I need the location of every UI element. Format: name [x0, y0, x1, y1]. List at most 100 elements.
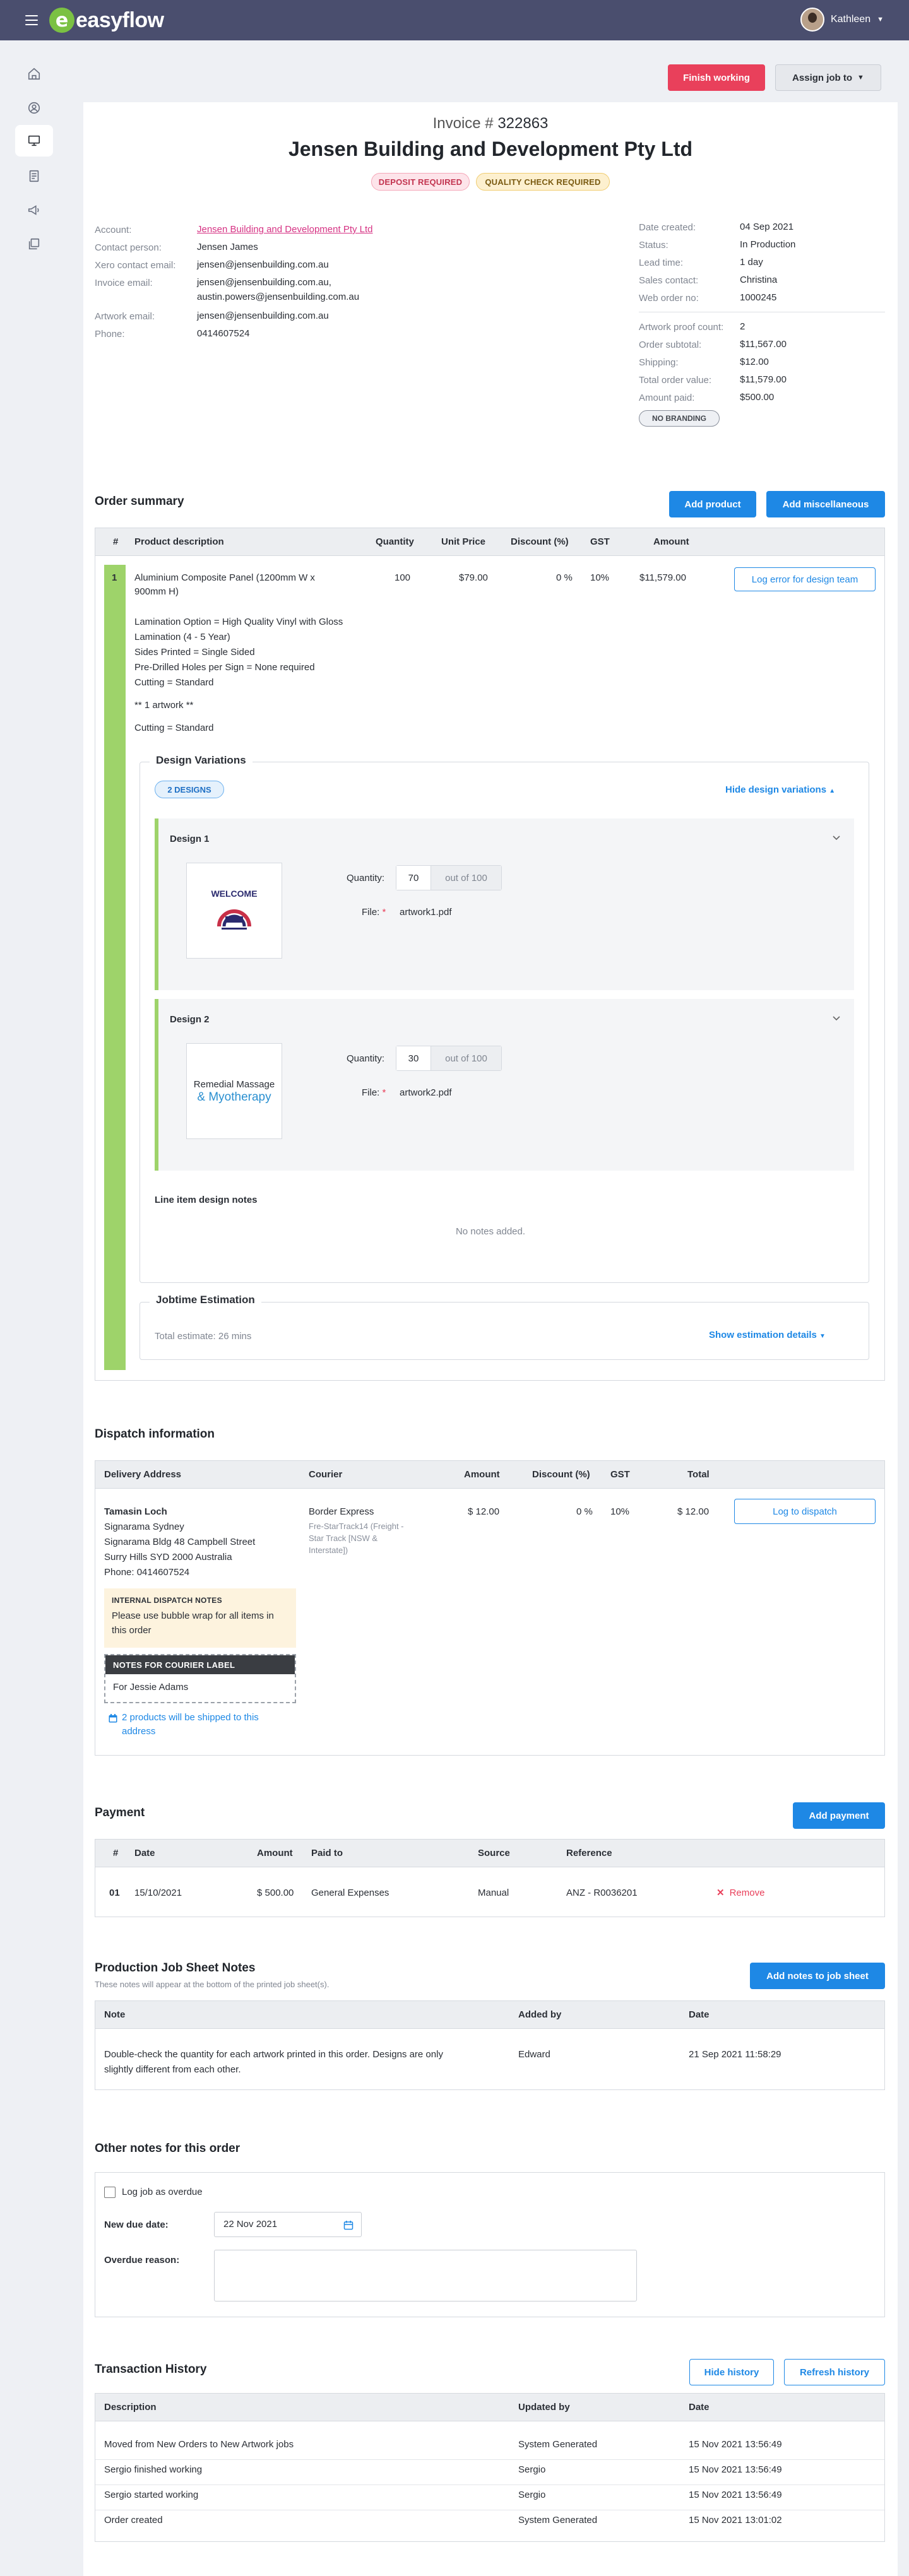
due-date-value: 22 Nov 2021: [223, 2219, 278, 2230]
history-row-1-date: 15 Nov 2021 13:56:49: [689, 2439, 782, 2450]
show-estimation-label: Show estimation details: [709, 1330, 817, 1340]
logo[interactable]: e easyflow: [49, 8, 164, 33]
design-1-file-label-text: File:: [362, 907, 380, 918]
sidebar-item-layers[interactable]: [15, 228, 53, 260]
shipping-value: $12.00: [740, 357, 769, 367]
web-order-value: 1000245: [740, 292, 777, 303]
add-product-button[interactable]: Add product: [669, 491, 756, 517]
courier-notes-text: For Jessie Adams: [113, 1682, 189, 1693]
user-menu[interactable]: Kathleen ▼: [800, 8, 884, 32]
assign-job-button[interactable]: Assign job to ▼: [775, 64, 881, 91]
sales-contact-label: Sales contact:: [639, 275, 699, 286]
production-note-text: Double-check the quantity for each artwo…: [104, 2049, 443, 2060]
phone-value: 0414607524: [197, 328, 250, 339]
hide-design-variations-label: Hide design variations: [725, 784, 827, 795]
line-quantity: 100: [395, 572, 411, 583]
line-discount: 0 %: [556, 572, 573, 583]
required-marker: *: [382, 1087, 386, 1098]
due-date-label: New due date:: [104, 2219, 169, 2230]
design-2-file[interactable]: artwork2.pdf: [400, 1086, 452, 1100]
calendar-icon: [109, 1714, 117, 1723]
user-icon: [28, 102, 40, 114]
transaction-history-table: Description Updated by Date Moved from N…: [95, 2393, 885, 2542]
subtotal-label: Order subtotal:: [639, 340, 702, 350]
sidebar-item-contacts[interactable]: [15, 92, 53, 124]
date-created-label: Date created:: [639, 222, 696, 233]
hide-history-button[interactable]: Hide history: [689, 2359, 774, 2385]
chevron-down-icon[interactable]: [831, 1013, 841, 1023]
subtotal-value: $11,567.00: [740, 339, 787, 350]
status-label: Status:: [639, 240, 668, 251]
design-2-qty-label: Quantity:: [347, 1053, 385, 1064]
sidebar-item-jobs[interactable]: [15, 125, 53, 157]
internal-notes-text: Please use bubble wrap for all items in …: [112, 1610, 274, 1636]
sidebar-item-home[interactable]: [15, 58, 53, 90]
col-payment-number: #: [113, 1848, 119, 1858]
production-notes-subtitle: These notes will appear at the bottom of…: [95, 1980, 330, 1989]
history-row-3-by: Sergio: [518, 2490, 546, 2500]
account-link[interactable]: Jensen Building and Development Pty Ltd: [197, 222, 373, 237]
calendar-icon[interactable]: [343, 2220, 354, 2230]
close-icon: ✕: [716, 1888, 725, 1898]
history-row-4-date: 15 Nov 2021 13:01:02: [689, 2515, 782, 2526]
invoice-email-value: jensen@jensenbuilding.com.au,: [197, 277, 331, 288]
history-row-2-by: Sergio: [518, 2464, 546, 2475]
design-2-out-of: out of 100: [431, 1046, 501, 1070]
courier-notes-title: NOTES FOR COURIER LABEL: [105, 1655, 295, 1674]
option-cutting: Cutting = Standard: [134, 677, 214, 688]
design-2-file-label-text: File:: [362, 1087, 380, 1098]
line-item-marker: [104, 565, 126, 1370]
caret-down-icon: ▼: [857, 74, 864, 81]
col-reference: Reference: [566, 1848, 612, 1858]
log-overdue-label: Log job as overdue: [122, 2187, 203, 2197]
contact-value: Jensen James: [197, 242, 258, 252]
design-1-qty-field[interactable]: 70 out of 100: [396, 865, 502, 890]
line-unit-price: $79.00: [459, 572, 488, 583]
dispatch-discount: 0 %: [576, 1506, 593, 1517]
home-icon: [28, 68, 40, 80]
status-value: In Production: [740, 239, 796, 250]
col-payment-date: Date: [134, 1848, 155, 1858]
col-history-date: Date: [689, 2402, 710, 2413]
address-line-3: Surry Hills SYD 2000 Australia: [104, 1552, 232, 1563]
refresh-history-button[interactable]: Refresh history: [784, 2359, 885, 2385]
contact-label: Contact person:: [95, 242, 162, 253]
log-to-dispatch-button[interactable]: Log to dispatch: [734, 1499, 876, 1524]
sidebar-item-marketing[interactable]: [15, 194, 53, 226]
required-marker: *: [382, 907, 386, 918]
other-notes-title: Other notes for this order: [95, 2142, 241, 2155]
dispatch-amount: $ 12.00: [468, 1506, 500, 1517]
payment-amount: $ 500.00: [257, 1888, 294, 1898]
add-miscellaneous-button[interactable]: Add miscellaneous: [766, 491, 885, 517]
design-1-file[interactable]: artwork1.pdf: [400, 906, 452, 919]
design-2-qty-field[interactable]: 30 out of 100: [396, 1046, 502, 1071]
remove-payment-button[interactable]: ✕ Remove: [716, 1886, 764, 1900]
dispatch-title: Dispatch information: [95, 1427, 215, 1441]
user-name: Kathleen: [830, 14, 871, 25]
overdue-reason-textarea[interactable]: [214, 2250, 637, 2301]
log-overdue-checkbox[interactable]: [104, 2187, 116, 2198]
design-card-2: Design 2 Remedial Massage & Myotherapy Q…: [155, 999, 854, 1171]
hide-design-variations-link[interactable]: Hide design variations ▲: [725, 784, 835, 795]
chevron-down-icon[interactable]: [831, 832, 841, 842]
shipping-products-link[interactable]: 2 products will be shipped to this addre…: [122, 1711, 286, 1739]
menu-icon[interactable]: [25, 15, 38, 25]
courier-service: Fre-StarTrack14 (Freight - Star Track [N…: [309, 1521, 404, 1555]
add-payment-button[interactable]: Add payment: [793, 1802, 885, 1829]
col-discount: Discount (%): [511, 536, 569, 547]
overdue-reason-label: Overdue reason:: [104, 2255, 180, 2266]
add-notes-to-job-sheet-button[interactable]: Add notes to job sheet: [750, 1963, 885, 1989]
show-estimation-link[interactable]: Show estimation details ▼: [709, 1330, 826, 1340]
col-added-by: Added by: [518, 2009, 562, 2020]
col-delivery-address: Delivery Address: [104, 1469, 182, 1480]
finish-working-button[interactable]: Finish working: [668, 64, 765, 91]
design-1-thumbnail[interactable]: WELCOME: [186, 863, 282, 959]
line-item-number: 1: [112, 572, 117, 583]
log-error-button[interactable]: Log error for design team: [734, 567, 876, 591]
design-2-thumbnail[interactable]: Remedial Massage & Myotherapy: [186, 1043, 282, 1139]
internal-notes-title: INTERNAL DISPATCH NOTES: [112, 1596, 222, 1605]
account-label: Account:: [95, 225, 132, 235]
monitor-icon: [28, 135, 40, 146]
due-date-input[interactable]: 22 Nov 2021: [214, 2212, 362, 2237]
sidebar-item-documents[interactable]: [15, 160, 53, 192]
